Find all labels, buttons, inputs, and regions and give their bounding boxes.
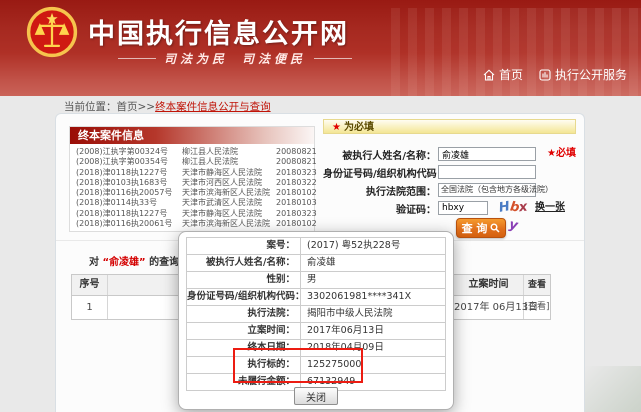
detail-row-gender: 性别：男 bbox=[187, 272, 445, 289]
list-item[interactable]: (2008)江执字第00324号柳江县人民法院20080821 bbox=[70, 147, 314, 157]
nav-enforcement-service[interactable]: 执行公开服务 bbox=[539, 66, 627, 83]
service-building-icon bbox=[539, 69, 551, 81]
detail-row-filed-date: 立案时间：2017年06月13日 bbox=[187, 323, 445, 340]
list-item[interactable]: (2008)江执字第00354号柳江县人民法院20080821 bbox=[70, 157, 314, 167]
name-required-tag: ★必填 bbox=[547, 146, 576, 162]
site-title: 中国执行信息公开网 bbox=[88, 12, 349, 51]
search-icon bbox=[490, 223, 500, 233]
slogan-line-left bbox=[118, 58, 156, 59]
breadcrumb-current-link[interactable]: 终本案件信息公开与查询 bbox=[155, 101, 271, 113]
nav-home[interactable]: 首页 bbox=[483, 66, 523, 83]
court-emblem-logo bbox=[26, 6, 78, 58]
col-filed-date: 立案时间 bbox=[454, 275, 524, 295]
id-field-label: 身份证号码/组织机构代码： bbox=[323, 167, 436, 183]
name-field-label: 被执行人姓名/名称： bbox=[323, 149, 436, 165]
detail-row-target-amount: 执行标的：125275000 bbox=[187, 357, 445, 374]
search-button-label: 查 询 bbox=[462, 220, 488, 236]
list-item[interactable]: (2018)津0116执20057号天津市滨海新区人民法院20180102 bbox=[70, 188, 314, 198]
slogan-text-right: 司法便民 bbox=[242, 50, 306, 67]
list-item[interactable]: (2018)津0118执1227号天津市静海区人民法院20180323 bbox=[70, 209, 314, 219]
required-note-label: 为必填 bbox=[344, 122, 374, 133]
header-nav: 首页 执行公开服务 bbox=[483, 66, 627, 83]
slogan-line-right bbox=[314, 58, 352, 59]
case-detail-modal: 案号：(2017) 粤52执228号 被执行人姓名/名称：俞凌雄 性别：男 身份… bbox=[178, 231, 454, 410]
detail-row-id-code: 身份证号码/组织机构代码：3302061981****341X bbox=[187, 289, 445, 306]
name-input[interactable] bbox=[438, 147, 536, 161]
col-view: 查看 bbox=[524, 275, 550, 295]
list-item[interactable]: (2018)津0114执33号天津市武清区人民法院20180103 bbox=[70, 198, 314, 208]
page: 中国执行信息公开网 司法为民 司法便民 首页 执 bbox=[0, 0, 641, 412]
cell-index: 1 bbox=[72, 296, 108, 319]
detail-row-terminate-date: 终本日期：2018年04月09日 bbox=[187, 340, 445, 357]
list-item[interactable]: (2018)津0116执20061号天津市滨海新区人民法院20180102 bbox=[70, 219, 314, 229]
nav-service-label: 执行公开服务 bbox=[555, 66, 627, 83]
terminated-cases-title: 终本案件信息 bbox=[70, 127, 314, 144]
required-note: ★为必填 bbox=[323, 119, 576, 134]
detail-row-case-no: 案号：(2017) 粤52执228号 bbox=[187, 238, 445, 255]
form-row-name: 被执行人姓名/名称： ★必填 bbox=[323, 146, 576, 162]
captcha-input[interactable] bbox=[438, 201, 488, 215]
detail-row-court: 执行法院：揭阳市中级人民法院 bbox=[187, 306, 445, 323]
form-row-captcha: 验证码： Hbxy 换一张 bbox=[323, 200, 576, 216]
search-form: ★为必填 被执行人姓名/名称： ★必填 身份证号码/组织机构代码： 执行法院范围… bbox=[323, 119, 576, 241]
view-link[interactable]: [查看] bbox=[524, 296, 550, 319]
site-slogan: 司法为民 司法便民 bbox=[110, 50, 360, 67]
terminated-cases-box: 终本案件信息 (2008)江执字第00324号柳江县人民法院20080821 (… bbox=[69, 126, 315, 232]
home-icon bbox=[483, 69, 495, 81]
form-row-id: 身份证号码/组织机构代码： bbox=[323, 164, 576, 180]
col-index: 序号 bbox=[72, 275, 108, 295]
required-star-icon: ★ bbox=[332, 122, 341, 133]
breadcrumb: 当前位置：首页>>终本案件信息公开与查询 bbox=[64, 99, 271, 114]
case-detail-table: 案号：(2017) 粤52执228号 被执行人姓名/名称：俞凌雄 性别：男 身份… bbox=[186, 237, 446, 391]
cell-filed-date: 2017年 06月13日 bbox=[454, 296, 524, 319]
court-scope-label: 执行法院范围： bbox=[323, 185, 436, 201]
summary-queried-name: “俞凌雄” bbox=[102, 257, 145, 268]
slogan-text-left: 司法为民 bbox=[164, 50, 228, 67]
summary-prefix: 对 bbox=[89, 257, 102, 268]
close-button[interactable]: 关闭 bbox=[294, 387, 338, 405]
search-button[interactable]: 查 询 bbox=[456, 218, 506, 238]
court-scope-select[interactable]: 全国法院（包含地方各级法院） bbox=[438, 183, 536, 197]
nav-home-label: 首页 bbox=[499, 66, 523, 83]
breadcrumb-prefix: 当前位置：首页>> bbox=[64, 101, 155, 113]
terminated-cases-list: (2008)江执字第00324号柳江县人民法院20080821 (2008)江执… bbox=[70, 144, 314, 229]
captcha-field-label: 验证码： bbox=[323, 203, 436, 219]
id-input[interactable] bbox=[438, 165, 536, 179]
captcha-refresh-link[interactable]: 换一张 bbox=[535, 200, 565, 216]
detail-row-name: 被执行人姓名/名称：俞凌雄 bbox=[187, 255, 445, 272]
site-header: 中国执行信息公开网 司法为民 司法便民 首页 执 bbox=[0, 0, 641, 96]
list-item[interactable]: (2018)津0118执1227号天津市静海区人民法院20180323 bbox=[70, 168, 314, 178]
form-row-court-scope: 执行法院范围： 全国法院（包含地方各级法院） bbox=[323, 182, 576, 198]
list-item[interactable]: (2018)津0103执1683号天津市河西区人民法院20180322 bbox=[70, 178, 314, 188]
